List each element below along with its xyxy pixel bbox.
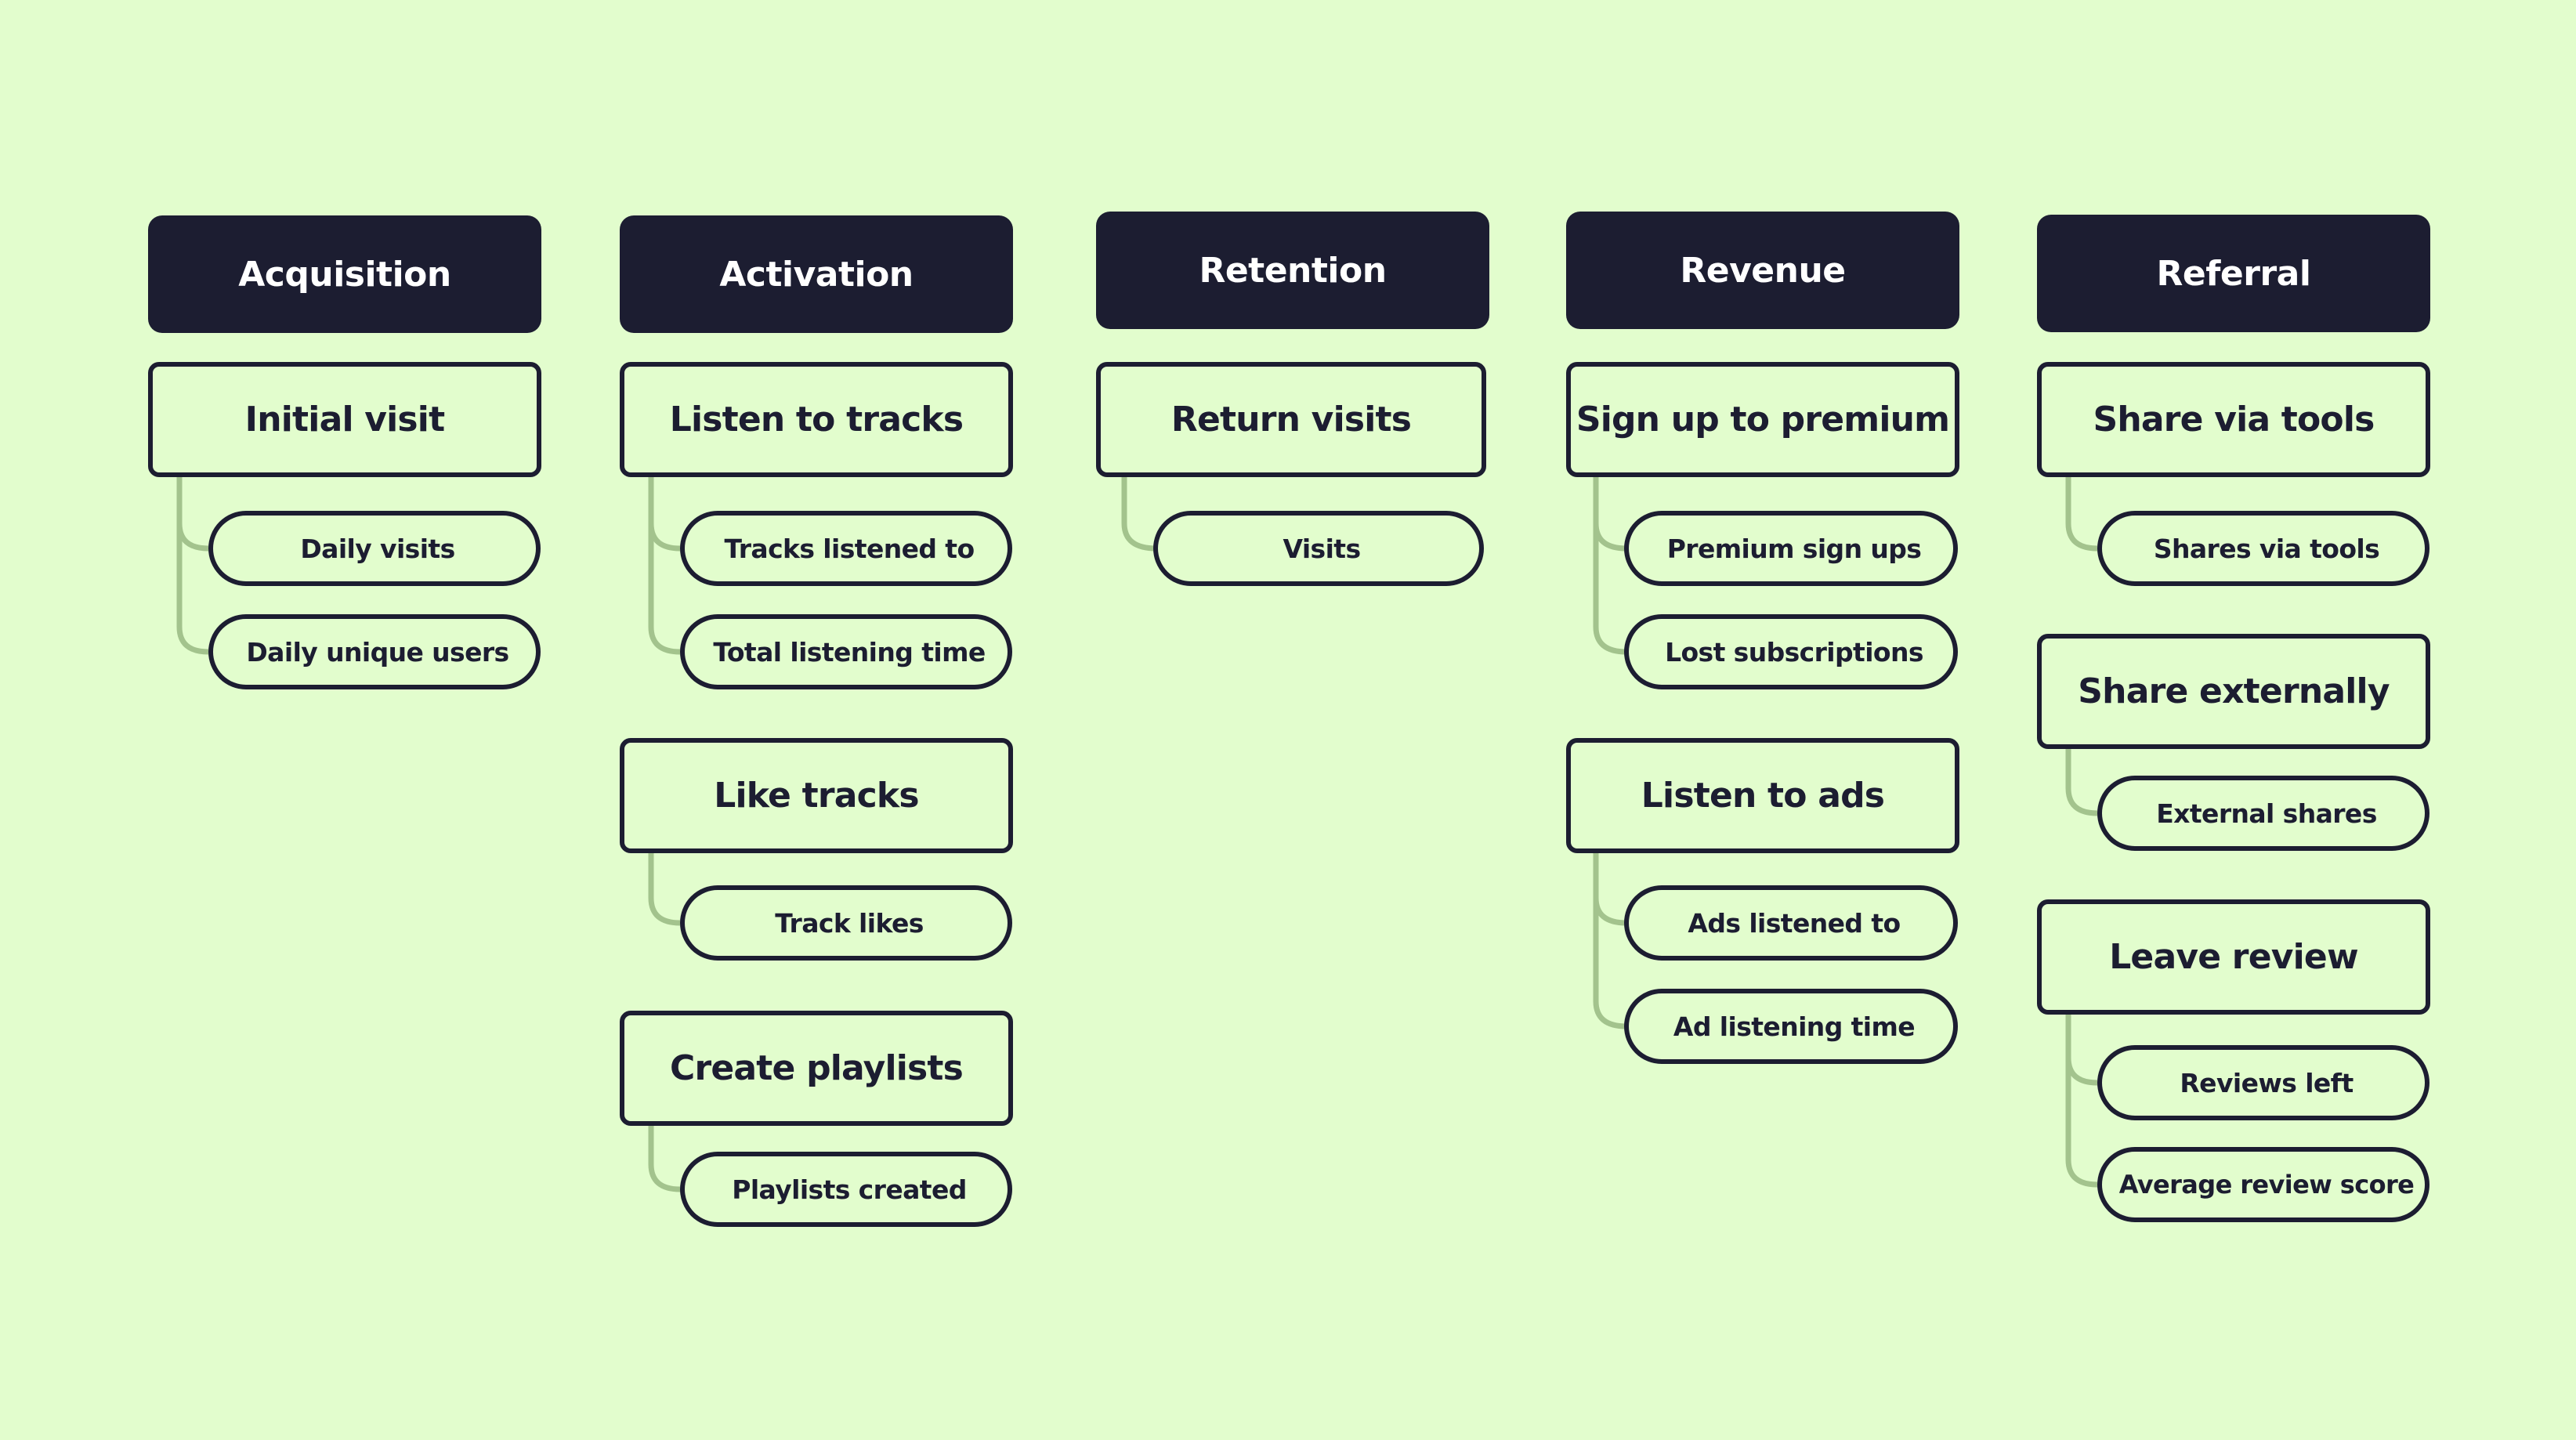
- metric-pill[interactable]: Tracks listened to: [680, 511, 1012, 586]
- action-box[interactable]: Leave review: [2037, 899, 2430, 1015]
- connector-line: [2065, 1014, 2098, 1086]
- connector-line: [648, 852, 681, 926]
- metric-pill[interactable]: Premium sign ups: [1624, 511, 1958, 586]
- metric-pill[interactable]: Visits: [1153, 511, 1484, 586]
- metric-pill[interactable]: Daily unique users: [208, 614, 541, 689]
- metric-pill[interactable]: Track likes: [680, 885, 1012, 961]
- connector-line: [2065, 476, 2098, 552]
- metric-pill[interactable]: Average review score: [2097, 1147, 2429, 1222]
- metric-pill[interactable]: Shares via tools: [2097, 511, 2429, 586]
- connector-line: [2065, 749, 2098, 816]
- stage-header: Activation: [620, 215, 1013, 333]
- connector-line: [176, 476, 209, 655]
- stage-header: Retention: [1096, 212, 1489, 329]
- connector-line: [1593, 476, 1627, 552]
- action-box[interactable]: Listen to tracks: [620, 362, 1013, 477]
- connector-line: [648, 1125, 681, 1192]
- connector-line: [176, 476, 209, 552]
- action-box[interactable]: Return visits: [1096, 362, 1486, 477]
- connector-line: [1593, 476, 1627, 655]
- action-box[interactable]: Listen to ads: [1566, 738, 1959, 853]
- connector-line: [1121, 476, 1157, 552]
- action-box[interactable]: Like tracks: [620, 738, 1013, 853]
- metric-pill[interactable]: Daily visits: [208, 511, 541, 586]
- metric-pill[interactable]: Reviews left: [2097, 1045, 2429, 1120]
- connector-line: [2065, 1014, 2098, 1188]
- action-box[interactable]: Sign up to premium: [1566, 362, 1959, 477]
- metric-pill[interactable]: Total listening time: [680, 614, 1012, 689]
- metric-pill[interactable]: Lost subscriptions: [1624, 614, 1958, 689]
- stage-header: Revenue: [1566, 212, 1959, 329]
- stage-header: Referral: [2037, 215, 2430, 332]
- connector-line: [1593, 852, 1627, 1029]
- action-box[interactable]: Create playlists: [620, 1011, 1013, 1126]
- connector-line: [648, 476, 681, 655]
- action-box[interactable]: Share externally: [2037, 634, 2430, 749]
- metric-pill[interactable]: Ads listened to: [1624, 885, 1958, 961]
- metric-pill[interactable]: Playlists created: [680, 1152, 1012, 1227]
- metric-pill[interactable]: External shares: [2097, 776, 2429, 851]
- connector-line: [1593, 852, 1627, 926]
- metric-pill[interactable]: Ad listening time: [1624, 989, 1958, 1064]
- action-box[interactable]: Initial visit: [148, 362, 541, 477]
- stage-header: Acquisition: [148, 215, 541, 333]
- action-box[interactable]: Share via tools: [2037, 362, 2430, 477]
- connector-line: [648, 476, 681, 552]
